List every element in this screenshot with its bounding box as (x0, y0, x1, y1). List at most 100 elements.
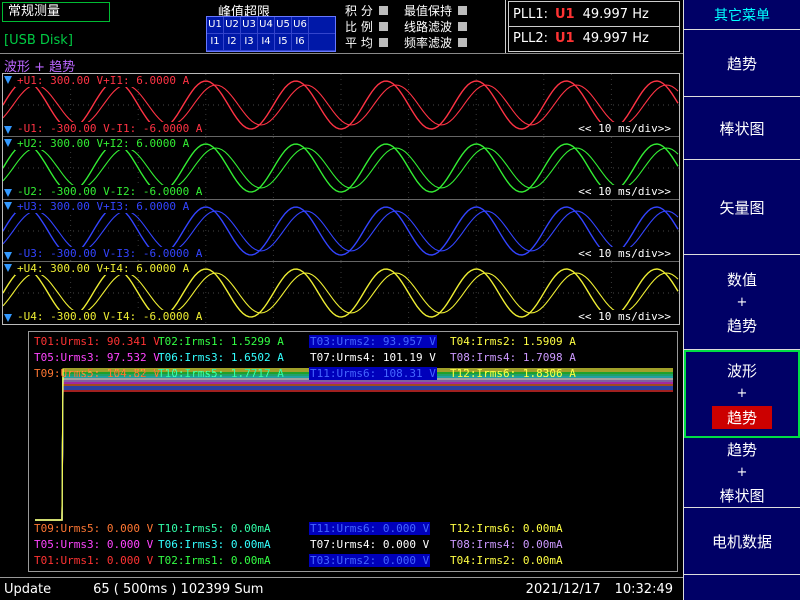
trend-readout-t12-current: T12:Irms6: 1.8306 A (449, 367, 577, 380)
trend-readout-t07-start: T07:Urms4: 0.000 V (309, 538, 430, 551)
peak-indicator-i3: I3 (241, 34, 258, 51)
line-filter-status: 线路滤波 (404, 18, 467, 34)
max-hold-label: 最值保持 (404, 2, 452, 19)
peak-indicator-u2: U2 (224, 17, 241, 34)
waveform-panel-ch1: +U1: 300.00 V+I1: 6.0000 A -U1: -300.00 V… (3, 74, 679, 137)
trend-readout-t09-start: T09:Urms5: 0.000 V (33, 522, 154, 535)
peak-indicator-u6: U6 (292, 17, 309, 34)
frequency-filter-indicator-icon (458, 38, 467, 47)
menu-item-label: 趋势 (712, 406, 772, 429)
peak-indicator-i1: I1 (207, 34, 224, 51)
trend-panel: T01:Urms1: 90.341 VT02:Irms1: 1.5299 A T0… (28, 331, 678, 572)
wave-upper-scale-label: +U1: 300.00 V+I1: 6.0000 A (15, 74, 191, 87)
trend-readout-t10-start: T10:Irms5: 0.00mA (157, 522, 272, 535)
pll1-label: PLL1: (513, 7, 548, 22)
integration-toggles: 积 分比 例平 均 (345, 2, 388, 50)
menu-item-label: 棒状图 (719, 485, 764, 506)
plus-separator: + (737, 386, 748, 401)
peak-indicator-u1: U1 (207, 17, 224, 34)
header-divider (505, 0, 506, 53)
trend-readout-t05-start: T05:Urms3: 0.000 V (33, 538, 154, 551)
menu-item-numeric-trend[interactable]: 数值 + 趋势 (684, 255, 800, 350)
wave-upper-scale-label: +U4: 300.00 V+I4: 6.0000 A (15, 262, 191, 275)
trend-readout-t03-start: T03:Urms2: 0.000 V (309, 554, 430, 567)
trend-readout-t04-start: T04:Irms2: 0.00mA (449, 554, 564, 567)
pll1-source: U1 (555, 7, 575, 22)
line-filter-indicator-icon (458, 22, 467, 31)
menu-item-vector-diagram[interactable]: 矢量图 (684, 160, 800, 255)
trend-readout-t06-current: T06:Irms3: 1.6502 A (157, 351, 285, 364)
menu-item-bar-chart[interactable]: 棒状图 (684, 97, 800, 160)
wave-lower-scale-label: -U1: -300.00 V-I1: -6.0000 A (15, 122, 204, 135)
pll-panel: PLL1: U1 49.997 Hz PLL2: U1 49.997 Hz (508, 1, 680, 52)
pll2-source: U1 (555, 31, 575, 46)
peak-grid-row: I1I2I3I4I5I6 (207, 34, 335, 51)
trend-readout-t11-current: T11:Urms6: 108.31 V (309, 367, 437, 380)
peak-indicator-i2: I2 (224, 34, 241, 51)
waveform-panel-ch3: +U3: 300.00 V+I3: 6.0000 A-U3: -300.00 V… (3, 200, 679, 263)
wave-upper-scale-label: +U2: 300.00 V+I2: 6.0000 A (15, 137, 191, 150)
plus-separator: + (737, 295, 748, 310)
peak-indicator-i6: I6 (292, 34, 309, 51)
menu-item-label: 棒状图 (719, 118, 764, 139)
trend-readout-t05-current: T05:Urms3: 97.532 V (33, 351, 161, 364)
menu-item-label: 趋势 (727, 53, 757, 74)
trend-readout-t01-current: T01:Urms1: 90.341 V (33, 335, 161, 348)
frequency-filter-label: 频率滤波 (404, 34, 452, 51)
trend-readout-t02-current: T02:Irms1: 1.5299 A (157, 335, 285, 348)
menu-item-label: 趋势 (727, 315, 757, 336)
integration-indicator-icon (379, 6, 388, 15)
trend-readout-t04-current: T04:Irms2: 1.5909 A (449, 335, 577, 348)
max-hold-status: 最值保持 (404, 2, 467, 18)
trend-readout-t07-current: T07:Urms4: 101.19 V (309, 351, 437, 364)
peak-grid-filler (309, 34, 335, 51)
update-info: 65 ( 500ms ) 102399 Sum (93, 582, 263, 597)
waveform-panel-ch2: +U2: 300.00 V+I2: 6.0000 A-U2: -300.00 V… (3, 137, 679, 200)
plus-separator: + (737, 465, 748, 480)
trend-readout-t08-current: T08:Irms4: 1.7098 A (449, 351, 577, 364)
ratio-indicator-icon (379, 22, 388, 31)
menu-item-label: 数值 (727, 269, 757, 290)
integration-label: 积 分 (345, 2, 373, 19)
menu-item-motor-data[interactable]: 电机数据 (684, 508, 800, 575)
time-per-div-label: << 10 ms/div>> (576, 247, 673, 260)
ratio-status: 比 例 (345, 18, 388, 34)
menu-item-waveform-trend[interactable]: 波形+趋势 (684, 350, 800, 438)
peak-grid: U1U2U3U4U5U6I1I2I3I4I5I6 (206, 16, 336, 52)
peak-indicator-u5: U5 (275, 17, 292, 34)
trend-readout-t02-start: T02:Irms1: 0.00mA (157, 554, 272, 567)
trend-readout-t01-start: T01:Urms1: 0.000 V (33, 554, 154, 567)
date-label: 2021/12/17 (526, 582, 601, 597)
trend-readout-t03-current: T03:Urms2: 93.957 V (309, 335, 437, 348)
menu-items: 趋势棒状图矢量图数值+趋势波形+趋势趋势+棒状图电机数据 (684, 30, 800, 575)
time-label: 10:32:49 (615, 582, 673, 597)
trend-readout-t06-start: T06:Irms3: 0.00mA (157, 538, 272, 551)
menu-item-trend-bar[interactable]: 趋势+棒状图 (684, 438, 800, 508)
trend-readout-t09-current: T09:Urms5: 104.82 V (33, 367, 161, 380)
trend-readout-t08-start: T08:Irms4: 0.00mA (449, 538, 564, 551)
average-indicator-icon (379, 38, 388, 47)
peak-indicator-i4: I4 (258, 34, 275, 51)
peak-indicator-i5: I5 (275, 34, 292, 51)
peak-grid-row: U1U2U3U4U5U6 (207, 17, 335, 34)
peak-indicator-u3: U3 (241, 17, 258, 34)
average-status: 平 均 (345, 34, 388, 50)
wave-upper-scale-label: +U3: 300.00 V+I3: 6.0000 A (15, 200, 191, 213)
usb-disk-label: [USB Disk] (4, 33, 73, 48)
line-filter-label: 线路滤波 (404, 18, 452, 35)
menu-item-trend[interactable]: 趋势 (684, 30, 800, 97)
ratio-label: 比 例 (345, 18, 373, 35)
average-label: 平 均 (345, 34, 373, 51)
pll2-label: PLL2: (513, 31, 548, 46)
pll2-row: PLL2: U1 49.997 Hz (509, 26, 679, 50)
frequency-filter-status: 频率滤波 (404, 34, 467, 50)
integration-status: 积 分 (345, 2, 388, 18)
trend-readout-t10-current: T10:Irms5: 1.7717 A (157, 367, 285, 380)
wave-lower-scale-label: -U4: -300.00 V-I4: -6.0000 A (15, 310, 204, 323)
pll1-row: PLL1: U1 49.997 Hz (509, 2, 679, 26)
filter-toggles: 最值保持线路滤波频率滤波 (404, 2, 467, 50)
max-hold-indicator-icon (458, 6, 467, 15)
menu-title: 其它菜单 (684, 0, 800, 30)
menu-item-label: 电机数据 (712, 531, 772, 552)
time-per-div-label: << 10 ms/div>> (576, 310, 673, 323)
